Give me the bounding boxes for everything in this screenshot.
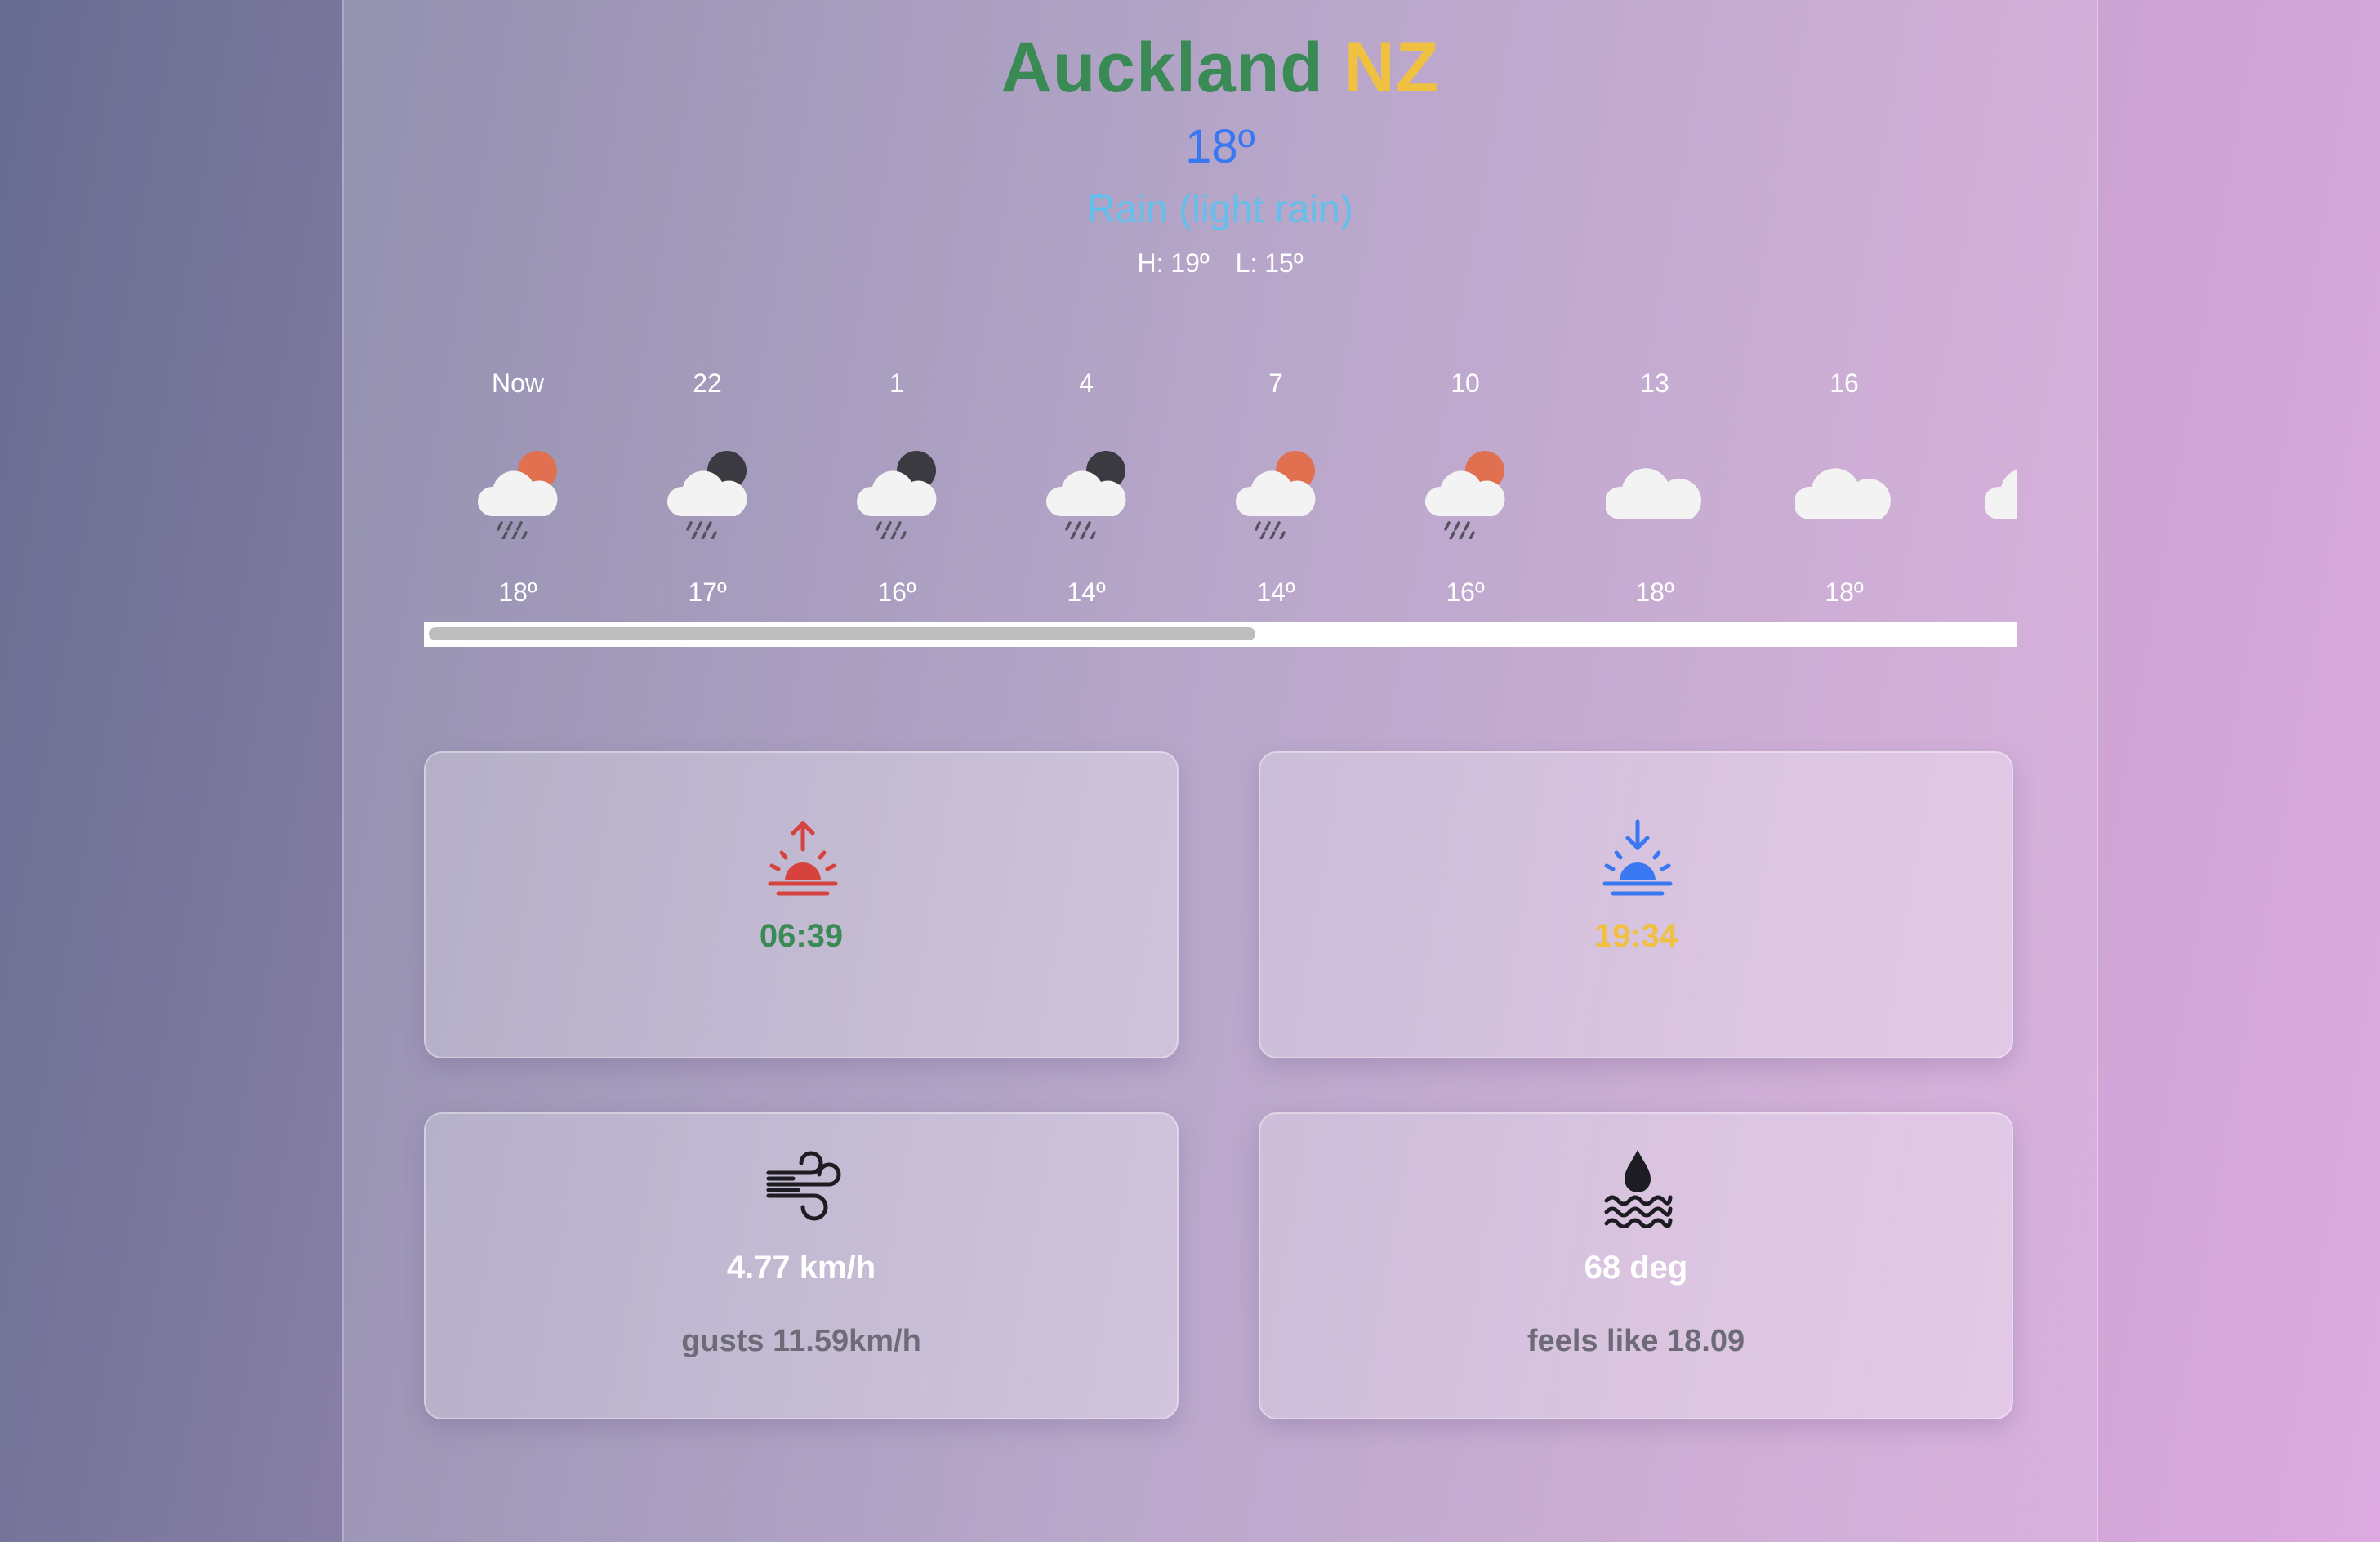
sunrise-card: 06:39 <box>424 751 1179 1058</box>
sunset-time: 19:34 <box>1593 918 1678 954</box>
high-low: H: 19º L: 15º <box>342 243 2098 283</box>
cloud-icon <box>1985 470 2017 519</box>
forecast-time: 4 <box>1079 368 1094 398</box>
forecast-time: 10 <box>1451 368 1480 398</box>
wind-speed: 4.77 km/h <box>726 1250 876 1286</box>
rain-sun-icon <box>1235 451 1316 539</box>
forecast-time: 16 <box>1830 368 1859 398</box>
weather-description: Rain (light rain) <box>1087 188 1353 231</box>
high-temperature: H: 19º <box>1137 248 1210 278</box>
sunset-icon <box>1602 819 1673 896</box>
city-name: Auckland <box>1001 29 1324 107</box>
forecast-temp: 18º <box>1825 577 1864 607</box>
forecast-temp: 18º <box>1635 577 1674 607</box>
forecast-scrollbar[interactable] <box>424 622 2017 647</box>
forecast-time: 13 <box>1640 368 1669 398</box>
forecast-time: 1 <box>889 368 904 398</box>
rain-moon-icon <box>856 451 937 539</box>
sunrise-icon <box>768 820 838 896</box>
sunset-card: 19:34 <box>1259 751 2013 1058</box>
wind-card: 4.77 km/h gusts 11.59km/h <box>424 1112 1179 1419</box>
forecast-temp: 14º <box>1256 577 1295 607</box>
location-title: Auckland NZ <box>342 23 2098 113</box>
forecast-temp: 18º <box>498 577 537 607</box>
forecast-time: Now <box>491 368 544 398</box>
humidity-value: 68 deg <box>1584 1250 1688 1286</box>
humidity-icon <box>1604 1150 1673 1228</box>
forecast-time: 7 <box>1268 368 1283 398</box>
cloud-icon <box>1606 468 1701 519</box>
forecast-temp: 14º <box>1067 577 1106 607</box>
wind-gusts: gusts 11.59km/h <box>681 1324 921 1358</box>
rain-moon-icon <box>1045 451 1126 539</box>
sunrise-time: 06:39 <box>759 918 844 954</box>
low-temperature: L: 15º <box>1235 248 1304 278</box>
forecast-time: 22 <box>693 368 722 398</box>
country-code: NZ <box>1344 29 1440 107</box>
hourly-forecast[interactable]: Now 18º 22 17º 1 16º 4 14º 7 14º 10 16º 13 18º 16 18º <box>424 353 2017 647</box>
cloud-icon <box>1795 468 1891 519</box>
current-temperature: 18º <box>1185 120 1255 173</box>
rain-sun-icon <box>477 451 558 539</box>
wind-icon <box>766 1151 841 1221</box>
rain-sun-icon <box>1424 451 1505 539</box>
forecast-scroll-thumb[interactable] <box>429 627 1255 640</box>
humidity-card: 68 deg feels like 18.09 <box>1259 1112 2013 1419</box>
forecast-temp: 17º <box>688 577 727 607</box>
forecast-temp: 16º <box>877 577 916 607</box>
forecast-temp: 16º <box>1446 577 1485 607</box>
rain-moon-icon <box>666 451 747 539</box>
feels-like: feels like 18.09 <box>1526 1324 1745 1358</box>
